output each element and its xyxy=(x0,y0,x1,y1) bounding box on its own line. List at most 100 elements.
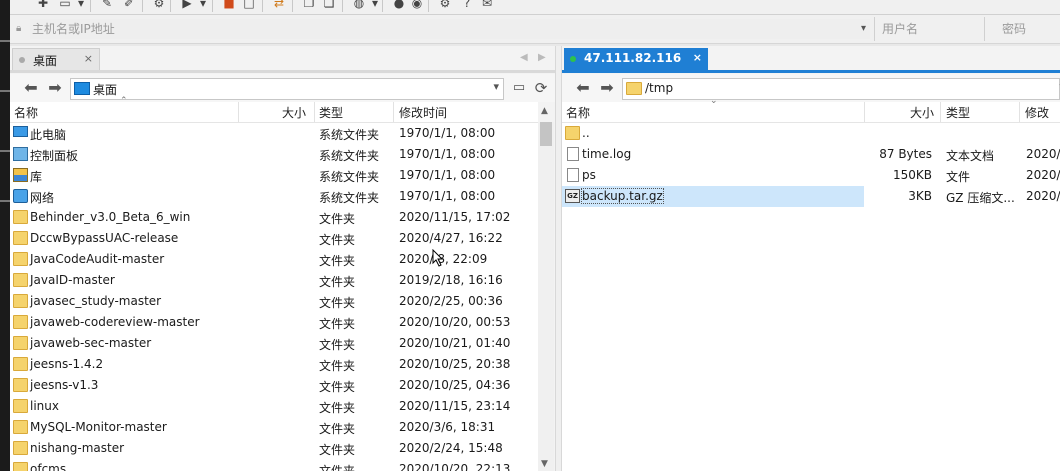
lock-icon: 🔒︎ xyxy=(16,23,22,34)
file-modified: 2020/11/15, 17:02 xyxy=(399,210,511,224)
folder-icon xyxy=(13,357,28,371)
folder-icon xyxy=(13,231,28,245)
new-icon[interactable]: ✚ xyxy=(36,0,50,10)
chat-icon[interactable]: ✉ xyxy=(480,0,494,10)
file-type: GZ 压缩文... xyxy=(946,191,1015,205)
scroll-up-icon[interactable]: ▲ xyxy=(541,106,548,116)
list-item[interactable]: 此电脑 系统文件夹 1970/1/1, 08:00 xyxy=(10,123,538,144)
file-name: javaweb-sec-master xyxy=(30,336,152,350)
list-item[interactable]: DccwBypassUAC-release 文件夹 2020/4/27, 16:22 xyxy=(10,228,538,249)
column-name[interactable]: 名称 xyxy=(14,104,38,121)
document-icon xyxy=(567,168,579,182)
list-item[interactable]: jeesns-1.4.2 文件夹 2020/10/25, 20:38 xyxy=(10,354,538,375)
background-window-strip xyxy=(0,0,10,471)
tab-local-desktop[interactable]: 桌面 × xyxy=(12,48,100,71)
back-arrow-icon[interactable]: ⬅ xyxy=(574,79,592,97)
folder-icon xyxy=(13,441,28,455)
panel-divider[interactable] xyxy=(555,46,562,471)
upload-icon[interactable]: ■ xyxy=(222,0,236,10)
file-size: 150KB xyxy=(892,168,932,182)
chevron-down-icon[interactable]: ▾ xyxy=(196,0,210,10)
paste-icon[interactable]: ❏ xyxy=(322,0,336,10)
list-item[interactable]: nishang-master 文件夹 2020/2/24, 15:48 xyxy=(10,438,538,459)
right-path-input[interactable]: /tmp ▾ xyxy=(622,78,1060,100)
list-item[interactable]: 库 系统文件夹 1970/1/1, 08:00 xyxy=(10,165,538,186)
column-size[interactable]: 大小 xyxy=(910,104,934,121)
list-item[interactable]: javasec_study-master 文件夹 2020/2/25, 00:36 xyxy=(10,291,538,312)
globe-icon[interactable]: ◍ xyxy=(352,0,366,10)
settings-icon[interactable]: ⚙ xyxy=(152,0,166,10)
chevron-down-icon[interactable]: ▾ xyxy=(74,0,88,10)
right-path-bar: ⬅ ➡ /tmp ▾ xyxy=(562,74,1060,102)
filter-icon[interactable]: ● xyxy=(392,0,406,10)
file-modified: 2020/10/21, 01:40 xyxy=(399,336,511,350)
forward-arrow-icon[interactable]: ➡ xyxy=(598,79,616,97)
open-icon[interactable]: ▭ xyxy=(58,0,72,10)
list-item[interactable]: javaweb-codereview-master 文件夹 2020/10/20, … xyxy=(10,312,538,333)
left-file-list: 此电脑 系统文件夹 1970/1/1, 08:00 控制面板 系统文件夹 1970/1/1… xyxy=(10,123,538,471)
list-item[interactable]: ofcms 文件夹 2020/10/20, 22:13 xyxy=(10,459,538,471)
chevron-down-icon[interactable]: ▾ xyxy=(861,19,866,39)
file-name: DccwBypassUAC-release xyxy=(30,231,179,245)
back-arrow-icon[interactable]: ⬅ xyxy=(22,79,40,97)
column-modified[interactable]: 修改时间 xyxy=(399,104,447,121)
column-size[interactable]: 大小 xyxy=(282,104,306,121)
file-size: 3KB xyxy=(908,189,932,203)
list-item[interactable]: time.log 87 Bytes 文本文档 2020/ xyxy=(562,144,1060,165)
column-name[interactable]: 名称 xyxy=(566,104,590,121)
left-column-headers: 名称 ⌃ 大小 类型 修改时间 xyxy=(10,96,538,123)
folder-icon xyxy=(13,273,28,287)
list-item[interactable]: Behinder_v3.0_Beta_6_win 文件夹 2020/11/15, 1… xyxy=(10,207,538,228)
search-icon[interactable]: ◉ xyxy=(410,0,424,10)
file-modified: 2020/2/25, 00:36 xyxy=(399,294,503,308)
list-item[interactable]: GZ backup.tar.gz 3KB GZ 压缩文... 2020/ xyxy=(562,186,1060,207)
list-item[interactable]: javaweb-sec-master 文件夹 2020/10/21, 01:40 xyxy=(10,333,538,354)
host-input[interactable]: 主机名或IP地址 ▾ xyxy=(30,19,870,39)
edit-icon[interactable]: ✎ xyxy=(100,0,114,10)
list-item[interactable]: MySQL-Monitor-master 文件夹 2020/3/6, 18:31 xyxy=(10,417,538,438)
chevron-right-icon[interactable]: ▶ xyxy=(538,52,546,63)
close-icon[interactable]: × xyxy=(84,52,93,65)
sync-icon[interactable]: ⇄ xyxy=(272,0,286,10)
tab-label: 47.111.82.116 xyxy=(584,51,682,65)
close-icon[interactable]: × xyxy=(693,51,702,64)
list-item[interactable]: ps 150KB 文件 2020/ xyxy=(562,165,1060,186)
left-path-input[interactable]: 桌面 ▾ xyxy=(70,78,504,100)
chevron-down-icon[interactable]: ▾ xyxy=(368,0,382,10)
path-text: /tmp xyxy=(645,81,674,95)
file-modified: 1970/1/1, 08:00 xyxy=(399,147,496,161)
file-modified: 2020/3/6, 18:31 xyxy=(399,420,496,434)
list-item[interactable]: JavaID-master 文件夹 2019/2/18, 16:16 xyxy=(10,270,538,291)
scrollbar-thumb[interactable] xyxy=(540,122,552,146)
left-scrollbar[interactable]: ▼ xyxy=(538,122,554,471)
scroll-down-icon[interactable]: ▼ xyxy=(541,459,548,469)
file-name: 控制面板 xyxy=(30,149,79,163)
list-item[interactable]: JavaCodeAudit-master 文件夹 2020/ 8, 22:09 xyxy=(10,249,538,270)
pencil-icon[interactable]: ✐ xyxy=(122,0,136,10)
gear-icon[interactable]: ⚙ xyxy=(438,0,452,10)
folder-open-icon[interactable]: ▭ xyxy=(510,79,528,97)
chevron-down-icon[interactable]: ▾ xyxy=(493,80,499,93)
list-item[interactable]: .. xyxy=(562,123,1060,144)
username-placeholder: 用户名 xyxy=(882,22,919,36)
help-icon[interactable]: ? xyxy=(460,0,474,10)
password-input[interactable]: 密码 xyxy=(1002,19,1060,39)
list-item[interactable]: 网络 系统文件夹 1970/1/1, 08:00 xyxy=(10,186,538,207)
password-placeholder: 密码 xyxy=(1002,22,1027,36)
chevron-left-icon[interactable]: ◀ xyxy=(520,52,528,63)
connection-bar: 🔒︎ 主机名或IP地址 ▾ 用户名 密码 xyxy=(10,15,1060,44)
tab-remote-host[interactable]: 47.111.82.116 × xyxy=(564,48,708,70)
list-item[interactable]: jeesns-v1.3 文件夹 2020/10/25, 04:36 xyxy=(10,375,538,396)
column-type[interactable]: 类型 xyxy=(319,104,343,121)
download-icon[interactable]: □ xyxy=(242,0,256,10)
file-modified: 1970/1/1, 08:00 xyxy=(399,189,496,203)
copy-icon[interactable]: ❐ xyxy=(302,0,316,10)
list-item[interactable]: linux 文件夹 2020/11/15, 23:14 xyxy=(10,396,538,417)
list-item[interactable]: 控制面板 系统文件夹 1970/1/1, 08:00 xyxy=(10,144,538,165)
username-input[interactable]: 用户名 xyxy=(882,19,982,39)
column-type[interactable]: 类型 xyxy=(946,104,970,121)
refresh-icon[interactable]: ⟳ xyxy=(532,79,550,97)
forward-arrow-icon[interactable]: ➡ xyxy=(46,79,64,97)
play-icon[interactable]: ▶ xyxy=(180,0,194,10)
folder-icon xyxy=(13,462,28,471)
